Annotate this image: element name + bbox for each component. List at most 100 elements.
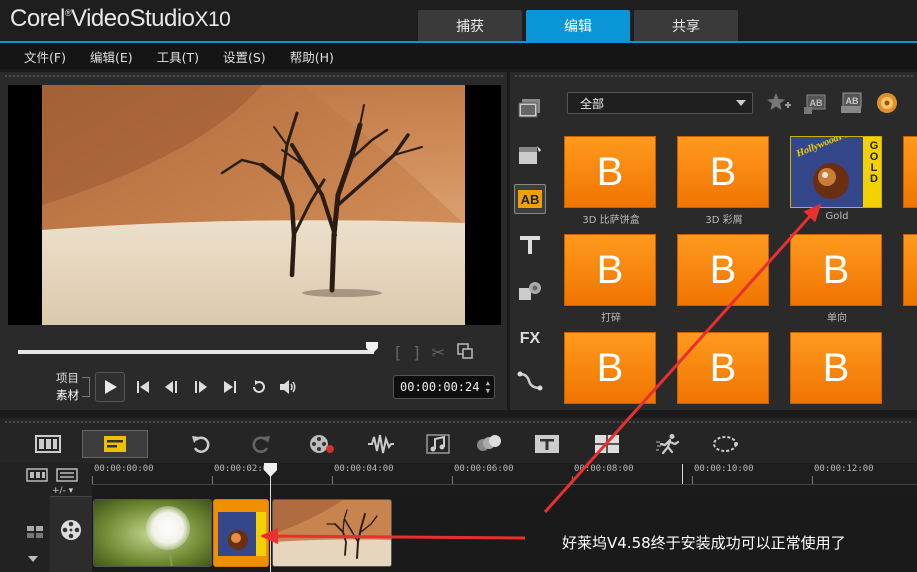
- panel-grip[interactable]: [4, 420, 913, 425]
- thumbnail-image: B: [564, 136, 656, 208]
- panel-grip[interactable]: [4, 74, 504, 79]
- scrub-bar[interactable]: [18, 350, 374, 354]
- menu-help[interactable]: 帮助(H): [290, 47, 334, 66]
- filmstrip-icon: [35, 435, 61, 453]
- library-sidebar: AB FX: [510, 84, 552, 410]
- video-clip-dandelion[interactable]: [93, 499, 212, 567]
- zoom-control[interactable]: +/- ▾: [52, 486, 73, 496]
- menu-tools[interactable]: 工具(T): [157, 47, 199, 66]
- tab-share[interactable]: 共享: [634, 10, 738, 41]
- app-logo: Corel®VideoStudioX10: [10, 5, 231, 32]
- ruler-label: 00:00:08:00: [574, 464, 634, 474]
- title-t-icon: [520, 236, 540, 254]
- thumbnail-item[interactable]: B: [677, 332, 771, 404]
- thumbnail-item[interactable]: B: [903, 136, 917, 208]
- running-person-icon: [656, 434, 680, 455]
- add-to-favorites-button[interactable]: [766, 90, 792, 116]
- prev-frame-button[interactable]: [163, 378, 181, 396]
- video-preview[interactable]: [8, 85, 501, 325]
- apply-ab-icon: AB: [841, 92, 862, 113]
- mode-project[interactable]: 项目: [56, 370, 79, 387]
- annotation-text: 好莱坞V4.58终于安装成功可以正常使用了: [562, 534, 846, 552]
- play-icon: [105, 380, 117, 394]
- transition-button[interactable]: AB: [514, 184, 546, 214]
- thumbnail-image: B: [564, 332, 656, 404]
- timecode-spinner-icon[interactable]: ▲ ▼: [486, 379, 490, 395]
- panel-grip[interactable]: [514, 74, 914, 79]
- title-button[interactable]: [514, 230, 546, 260]
- filter-button[interactable]: FX: [514, 322, 546, 352]
- thumbnail-item[interactable]: B 3D 彩屑: [677, 136, 771, 226]
- next-frame-button[interactable]: [192, 378, 210, 396]
- motion-tracking-button[interactable]: [654, 430, 684, 458]
- ruler-tick: [452, 476, 453, 484]
- project-end-marker: [682, 464, 683, 484]
- go-start-button[interactable]: [134, 378, 152, 396]
- thumbnail-item[interactable]: B 3D 比萨饼盒: [564, 136, 658, 226]
- star-add-icon: [767, 93, 791, 110]
- mode-clip[interactable]: 素材: [56, 387, 79, 404]
- undo-button[interactable]: [188, 430, 214, 458]
- apply-random-transition-button[interactable]: AB: [802, 90, 828, 116]
- thumbnail-item[interactable]: B: [564, 332, 658, 404]
- timeline-ruler[interactable]: 00:00:00:00 00:00:02:00 00:00:04:00 00:0…: [92, 463, 917, 485]
- sound-mixer-button[interactable]: [366, 430, 396, 458]
- mark-in-icon[interactable]: [: [395, 343, 401, 363]
- playback-mode[interactable]: 项目 素材: [56, 370, 79, 404]
- skip-end-icon: [224, 381, 236, 393]
- track-tools-icon[interactable]: [26, 525, 44, 539]
- motion-loop-icon: [713, 436, 738, 452]
- multi-camera-button[interactable]: [474, 430, 504, 458]
- play-button[interactable]: [95, 372, 125, 402]
- instant-project-button[interactable]: [514, 140, 546, 170]
- tab-capture[interactable]: 捕获: [418, 10, 522, 41]
- show-all-tracks-icon[interactable]: [26, 467, 48, 483]
- hollywoodfx-transition-thumbnail: [214, 500, 268, 566]
- split-screen-button[interactable]: [592, 430, 622, 458]
- thumbnail-image: B: [790, 332, 882, 404]
- thumbnail-item[interactable]: B: [903, 234, 917, 306]
- transition-gold-clip[interactable]: [213, 499, 269, 567]
- ruler-tick: [812, 476, 813, 484]
- scrub-handle[interactable]: [366, 342, 378, 354]
- subtitle-editor-button[interactable]: [532, 430, 562, 458]
- playhead-handle[interactable]: [264, 463, 277, 477]
- volume-button[interactable]: [279, 378, 297, 396]
- video-clip-desert[interactable]: [272, 499, 392, 567]
- clapper-icon: [519, 146, 541, 164]
- path-button[interactable]: [514, 366, 546, 396]
- media-library-button[interactable]: [514, 94, 546, 124]
- chevron-down-icon: [736, 100, 746, 106]
- thumbnail-item[interactable]: B 单向: [790, 234, 884, 324]
- storyboard-view-button[interactable]: [22, 430, 74, 458]
- redo-button[interactable]: [248, 430, 274, 458]
- path-library-button[interactable]: [710, 430, 740, 458]
- media-icon: [518, 99, 540, 118]
- menu-settings[interactable]: 设置(S): [223, 47, 266, 66]
- menu-edit[interactable]: 编辑(E): [90, 47, 133, 66]
- graphics-button[interactable]: [514, 276, 546, 306]
- thumbnail-item[interactable]: B: [790, 332, 884, 404]
- go-end-button[interactable]: [221, 378, 239, 396]
- record-capture-button[interactable]: [306, 430, 338, 458]
- timecode-field[interactable]: 00:00:00:24 ▲ ▼: [393, 375, 495, 399]
- enlarge-preview-icon[interactable]: [457, 343, 473, 363]
- thumbnail-item-gold[interactable]: HollywoodFX GOLD Gold: [790, 136, 884, 222]
- timeline-view-icon: [104, 436, 126, 452]
- apply-current-transition-button[interactable]: AB: [838, 90, 864, 116]
- tab-edit[interactable]: 编辑: [526, 10, 630, 41]
- chevron-down-icon[interactable]: [27, 555, 39, 563]
- category-dropdown[interactable]: 全部: [567, 92, 753, 114]
- thumbnail-item[interactable]: B 打碎: [564, 234, 658, 324]
- split-clip-icon[interactable]: ✂: [432, 343, 445, 363]
- menu-file[interactable]: 文件(F): [24, 47, 66, 66]
- track-manager-icon[interactable]: [56, 467, 78, 483]
- repeat-button[interactable]: [250, 378, 268, 396]
- skip-start-icon: [137, 381, 149, 393]
- get-more-button[interactable]: [874, 90, 900, 116]
- thumbnail-item[interactable]: B: [677, 234, 771, 309]
- mark-out-icon[interactable]: ]: [413, 343, 419, 363]
- auto-music-button[interactable]: [424, 430, 452, 458]
- timeline-view-button[interactable]: [82, 430, 148, 458]
- preview-image: [42, 85, 465, 325]
